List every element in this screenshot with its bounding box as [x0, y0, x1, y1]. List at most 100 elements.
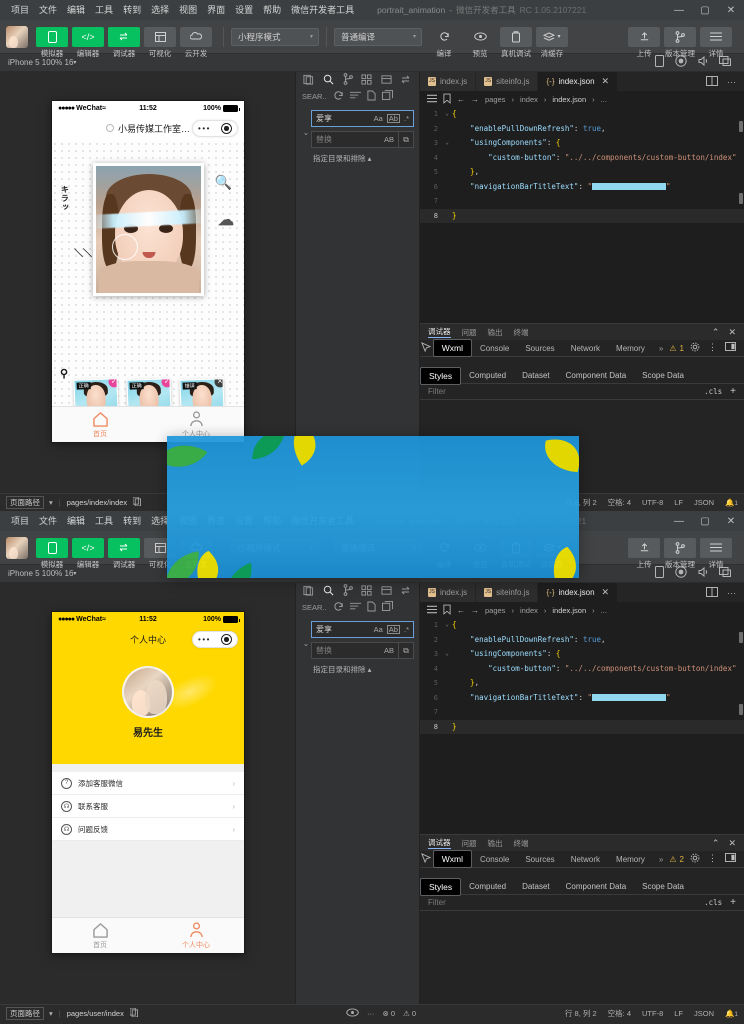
devtools-tab-Memory[interactable]: Memory: [608, 340, 653, 357]
replace-all-button[interactable]: ⧉: [399, 131, 414, 148]
more-actions-icon[interactable]: ···: [727, 77, 736, 87]
status-indent[interactable]: 空格: 4: [608, 497, 631, 508]
menu-item-2[interactable]: 编辑: [62, 0, 90, 20]
editor-tab-index.js[interactable]: JSindex.js: [420, 583, 476, 602]
menu-item-1[interactable]: 文件: [34, 0, 62, 20]
search-tool-clear-icon[interactable]: [350, 91, 361, 102]
settings-icon[interactable]: [690, 853, 700, 865]
close-icon[interactable]: ✕: [728, 327, 736, 338]
menu-item-6[interactable]: 视图: [174, 0, 202, 20]
toolbar-right-详情[interactable]: 详情: [700, 27, 732, 47]
devtools-tab-Sources[interactable]: Sources: [517, 340, 562, 357]
activity-files-icon[interactable]: [303, 585, 314, 598]
split-editor-icon[interactable]: [706, 587, 718, 599]
menu-row[interactable]: ☊联系客服›: [52, 795, 244, 818]
code-editor[interactable]: 1⌄{2 "enablePullDownRefresh": true,3⌄ "u…: [420, 107, 744, 323]
inspect-icon[interactable]: [420, 853, 433, 865]
menu-item-1[interactable]: 文件: [34, 511, 62, 531]
error-count[interactable]: ⊗ 0: [382, 1009, 395, 1018]
breadcrumb-item-2[interactable]: index.json: [552, 95, 586, 104]
search-include-toggle[interactable]: 指定目录和排除 ▴: [311, 664, 414, 675]
settings-icon[interactable]: [690, 342, 700, 354]
menu-item-3[interactable]: 工具: [90, 0, 118, 20]
add-rule-button[interactable]: +: [730, 386, 736, 397]
search-tool-collapse-icon[interactable]: [382, 90, 393, 102]
route-path-value[interactable]: pages/user/index: [67, 1009, 124, 1018]
devtools-subtab-Dataset[interactable]: Dataset: [514, 879, 558, 895]
replace-all-button[interactable]: ⧉: [399, 642, 414, 659]
maximize-button[interactable]: ▢: [692, 0, 718, 20]
menu-item-10[interactable]: 微信开发者工具: [286, 0, 359, 20]
search-tool-refresh-icon[interactable]: [333, 90, 344, 103]
toolbar-button-调试器[interactable]: 调试器: [108, 27, 140, 47]
back-arrow-icon[interactable]: ←: [457, 606, 465, 615]
devtools-subtab-Dataset[interactable]: Dataset: [514, 368, 558, 384]
device-selector[interactable]: iPhone 5 100% 16: [8, 569, 73, 578]
simulator-phone-user[interactable]: ●●●●●WeChat≈11:52100%个人中心•••易先生?添加客服微信›☊…: [52, 612, 244, 953]
phone-tab-首页[interactable]: 首页: [52, 918, 148, 953]
more-actions-icon[interactable]: ···: [727, 588, 736, 598]
split-editor-icon[interactable]: [706, 76, 718, 88]
code-editor[interactable]: 1⌄{2 "enablePullDownRefresh": true,3⌄ "u…: [420, 618, 744, 834]
bookmark-icon[interactable]: [443, 93, 451, 106]
menu-row[interactable]: ?添加客服微信›: [52, 772, 244, 795]
devtools-subtab-Computed[interactable]: Computed: [461, 368, 514, 384]
devtools-panel-tab-调试器[interactable]: 调试器: [428, 837, 451, 849]
styles-filter-input[interactable]: Filter: [428, 387, 446, 396]
activity-debug-icon[interactable]: [381, 585, 392, 598]
activity-bug-icon[interactable]: [401, 75, 412, 86]
status-indent[interactable]: 空格: 4: [608, 1008, 631, 1019]
status-encoding[interactable]: UTF-8: [642, 1009, 663, 1018]
menu-item-8[interactable]: 设置: [230, 0, 258, 20]
search-option-.*[interactable]: .*: [404, 114, 409, 123]
breadcrumb-item-3[interactable]: ...: [601, 606, 607, 615]
devtools-panel-tab-问题[interactable]: 问题: [462, 838, 477, 849]
activity-branch-icon[interactable]: [343, 584, 353, 598]
forward-arrow-icon[interactable]: →: [471, 95, 479, 104]
search-tool-clear-icon[interactable]: [350, 602, 361, 613]
replace-option-AB[interactable]: AB: [384, 135, 394, 144]
breadcrumb-item-1[interactable]: index: [520, 95, 538, 104]
menu-item-7[interactable]: 界面: [202, 0, 230, 20]
status-eol[interactable]: LF: [674, 498, 683, 507]
outline-icon[interactable]: [427, 605, 437, 616]
toolbar-button-模拟器[interactable]: 模拟器: [36, 27, 68, 47]
toolbar-action-清缓存[interactable]: ▾清缓存: [536, 27, 568, 47]
menu-row[interactable]: ☊问题反馈›: [52, 818, 244, 841]
route-label-chip[interactable]: 页面路径: [6, 496, 44, 509]
search-tool-new-file-icon[interactable]: [367, 90, 376, 103]
close-icon[interactable]: ✕: [728, 838, 736, 849]
close-icon[interactable]: ✕: [602, 587, 610, 598]
devtools-panel-tab-调试器[interactable]: 调试器: [428, 326, 451, 338]
menu-item-4[interactable]: 转到: [118, 0, 146, 20]
styles-filter-input[interactable]: Filter: [428, 898, 446, 907]
fold-arrow-icon[interactable]: ⌄: [442, 107, 452, 122]
breadcrumb-item-2[interactable]: index.json: [552, 606, 586, 615]
search-option-Ab[interactable]: Ab: [387, 114, 400, 124]
devtools-subtab-Computed[interactable]: Computed: [461, 879, 514, 895]
status-language[interactable]: JSON: [694, 1009, 714, 1018]
menu-item-0[interactable]: 项目: [6, 511, 34, 531]
menu-item-0[interactable]: 项目: [6, 0, 34, 20]
editor-tab-index.json[interactable]: {-}index.json✕: [538, 72, 618, 91]
devtools-subtab-Component Data[interactable]: Component Data: [558, 879, 634, 895]
devtools-panel-tab-输出[interactable]: 输出: [488, 327, 503, 338]
editor-tab-index.json[interactable]: {-}index.json✕: [538, 583, 618, 602]
bookmark-icon[interactable]: [443, 604, 451, 617]
devtools-subtab-Component Data[interactable]: Component Data: [558, 368, 634, 384]
mode-select[interactable]: 小程序模式▾: [231, 28, 319, 46]
minimize-button[interactable]: —: [666, 511, 692, 531]
breadcrumb-item-0[interactable]: pages: [485, 95, 505, 104]
fold-arrow-icon[interactable]: ⌄: [442, 647, 452, 662]
replace-input[interactable]: 替换AB: [311, 642, 399, 659]
replace-input[interactable]: 替换AB: [311, 131, 399, 148]
route-path-value[interactable]: pages/index/index: [67, 498, 127, 507]
copy-icon[interactable]: [130, 1008, 138, 1019]
devtools-tab-Memory[interactable]: Memory: [608, 851, 653, 868]
devtools-subtab-Scope Data[interactable]: Scope Data: [634, 879, 692, 895]
toolbar-button-编辑器[interactable]: </>编辑器: [72, 27, 104, 47]
activity-extensions-icon[interactable]: [361, 74, 372, 87]
toolbar-right-上传[interactable]: 上传: [628, 538, 660, 558]
phone-tab-个人中心[interactable]: 个人中心: [148, 918, 244, 953]
toggle-replace-icon[interactable]: ⌄: [301, 110, 311, 164]
